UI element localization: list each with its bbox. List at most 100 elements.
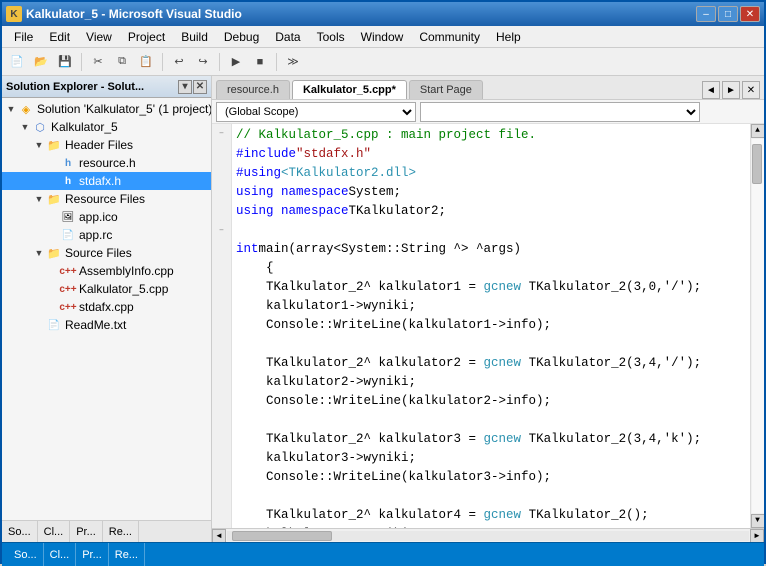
tree-node-resource-files-folder[interactable]: ▼ 📁 Resource Files [2,190,211,208]
tree-node-stdafx-h[interactable]: h stdafx.h [2,172,211,190]
tree-node-readme[interactable]: 📄 ReadMe.txt [2,316,211,334]
toolbar-open[interactable]: 📂 [30,51,52,73]
scroll-thumb[interactable] [752,144,762,184]
scroll-down[interactable]: ▼ [751,514,765,528]
se-footer-tab-pr[interactable]: Pr... [70,521,103,542]
gutter-24 [214,496,230,512]
gutter-16 [214,367,230,383]
project-label: Kalkulator_5 [51,120,118,134]
tree-node-app-rc[interactable]: 📄 app.rc [2,226,211,244]
menu-window[interactable]: Window [353,26,412,47]
se-footer-tab-re[interactable]: Re... [103,521,139,542]
function-dropdown[interactable] [420,102,700,122]
toolbar-new[interactable]: 📄 [6,51,28,73]
resource-h-label: resource.h [79,156,136,170]
tree-node-solution[interactable]: ▼ ◈ Solution 'Kalkulator_5' (1 project) [2,100,211,118]
tab-nav-left[interactable]: ◄ [702,81,720,99]
tab-start-page[interactable]: Start Page [409,80,483,99]
code-line-15: Console::WriteLine(kalkulator2->info); [236,392,746,411]
stdafx-icon: h [60,173,76,189]
cpp-stdafx-icon: c++ [60,299,76,315]
tab-nav-right[interactable]: ► [722,81,740,99]
menu-debug[interactable]: Debug [216,26,267,47]
window-title: Kalkulator_5 - Microsoft Visual Studio [26,7,696,21]
menu-file[interactable]: File [6,26,41,47]
expander-stdafx-h [46,174,60,188]
se-footer-tab-cl[interactable]: Cl... [38,521,71,542]
minimize-button[interactable]: – [696,6,716,22]
tab-resource-h[interactable]: resource.h [216,80,290,99]
se-pin-button[interactable]: ▾ [178,80,192,94]
project-icon: ⬡ [32,119,48,135]
maximize-button[interactable]: □ [718,6,738,22]
hscroll-thumb[interactable] [232,531,332,541]
gutter-5 [214,190,230,206]
hscroll-left[interactable]: ◄ [212,529,226,543]
tree-node-header-files-folder[interactable]: ▼ 📁 Header Files [2,136,211,154]
toolbar-redo[interactable]: ↪ [192,51,214,73]
tab-close-btn[interactable]: ✕ [742,81,760,99]
code-content[interactable]: // Kalkulator_5.cpp : main project file.… [232,124,750,528]
menu-community[interactable]: Community [411,26,488,47]
gutter-17 [214,383,230,399]
menu-view[interactable]: View [78,26,120,47]
solution-label: Solution 'Kalkulator_5' (1 project) [37,102,211,116]
toolbar-save[interactable]: 💾 [54,51,76,73]
menu-project[interactable]: Project [120,26,173,47]
expander-solution: ▼ [4,102,18,116]
menu-bar: File Edit View Project Build Debug Data … [2,26,764,48]
gutter-13 [214,319,230,335]
expander-kalkulator-cpp [46,282,60,296]
status-bar: So... Cl... Pr... Re... [2,542,764,566]
close-button[interactable]: ✕ [740,6,760,22]
toolbar-debug-start[interactable]: ▶ [225,51,247,73]
menu-data[interactable]: Data [267,26,308,47]
tab-kalkulator-cpp[interactable]: Kalkulator_5.cpp* [292,80,407,99]
code-line-6 [236,221,746,240]
stdafx-cpp-label: stdafx.cpp [79,300,134,314]
expander-assemblyinfo [46,264,60,278]
solution-explorer-tree: ▼ ◈ Solution 'Kalkulator_5' (1 project) … [2,98,211,520]
tree-node-resource-h[interactable]: h resource.h [2,154,211,172]
scroll-up[interactable]: ▲ [751,124,765,138]
toolbar-paste[interactable]: 📋 [135,51,157,73]
kalkulator-cpp-label: Kalkulator_5.cpp [79,282,168,296]
toolbar-more[interactable]: ≫ [282,51,304,73]
menu-build[interactable]: Build [173,26,216,47]
code-gutter: – – [212,124,232,528]
menu-edit[interactable]: Edit [41,26,78,47]
tree-node-kalkulator-cpp[interactable]: c++ Kalkulator_5.cpp [2,280,211,298]
toolbar-copy[interactable]: ⧉ [111,51,133,73]
scope-dropdown[interactable]: (Global Scope) [216,102,416,122]
scroll-track[interactable] [752,139,764,513]
code-line-5: using namespace TKalkulator2; [236,202,746,221]
toolbar-undo[interactable]: ↩ [168,51,190,73]
gutter-21 [214,448,230,464]
tree-node-app-ico[interactable]: 🖼 app.ico [2,208,211,226]
tree-node-source-files-folder[interactable]: ▼ 📁 Source Files [2,244,211,262]
se-close-button[interactable]: ✕ [193,80,207,94]
ico-icon: 🖼 [60,209,76,225]
hscroll-right[interactable]: ► [750,529,764,543]
se-footer-tab-so[interactable]: So... [2,521,38,542]
expander-header-files: ▼ [32,138,46,152]
toolbar-debug-stop[interactable]: ■ [249,51,271,73]
menu-tools[interactable]: Tools [309,26,353,47]
gutter-4 [214,174,230,190]
code-line-2: #include "stdafx.h" [236,145,746,164]
hscroll-track[interactable] [227,531,749,541]
menu-help[interactable]: Help [488,26,529,47]
gutter-14 [214,335,230,351]
expander-readme [32,318,46,332]
collapse-1[interactable]: – [214,126,230,142]
collapse-7[interactable]: – [214,222,230,238]
code-line-11: Console::WriteLine(kalkulator1->info); [236,316,746,335]
tree-node-assemblyinfo[interactable]: c++ AssemblyInfo.cpp [2,262,211,280]
tree-node-stdafx-cpp[interactable]: c++ stdafx.cpp [2,298,211,316]
tree-node-project[interactable]: ▼ ⬡ Kalkulator_5 [2,118,211,136]
resource-files-label: Resource Files [65,192,145,206]
toolbar-cut[interactable]: ✂ [87,51,109,73]
title-bar: K Kalkulator_5 - Microsoft Visual Studio… [2,2,764,26]
solution-explorer: Solution Explorer - Solut... ▾ ✕ ▼ ◈ Sol… [2,76,212,542]
app-rc-label: app.rc [79,228,112,242]
